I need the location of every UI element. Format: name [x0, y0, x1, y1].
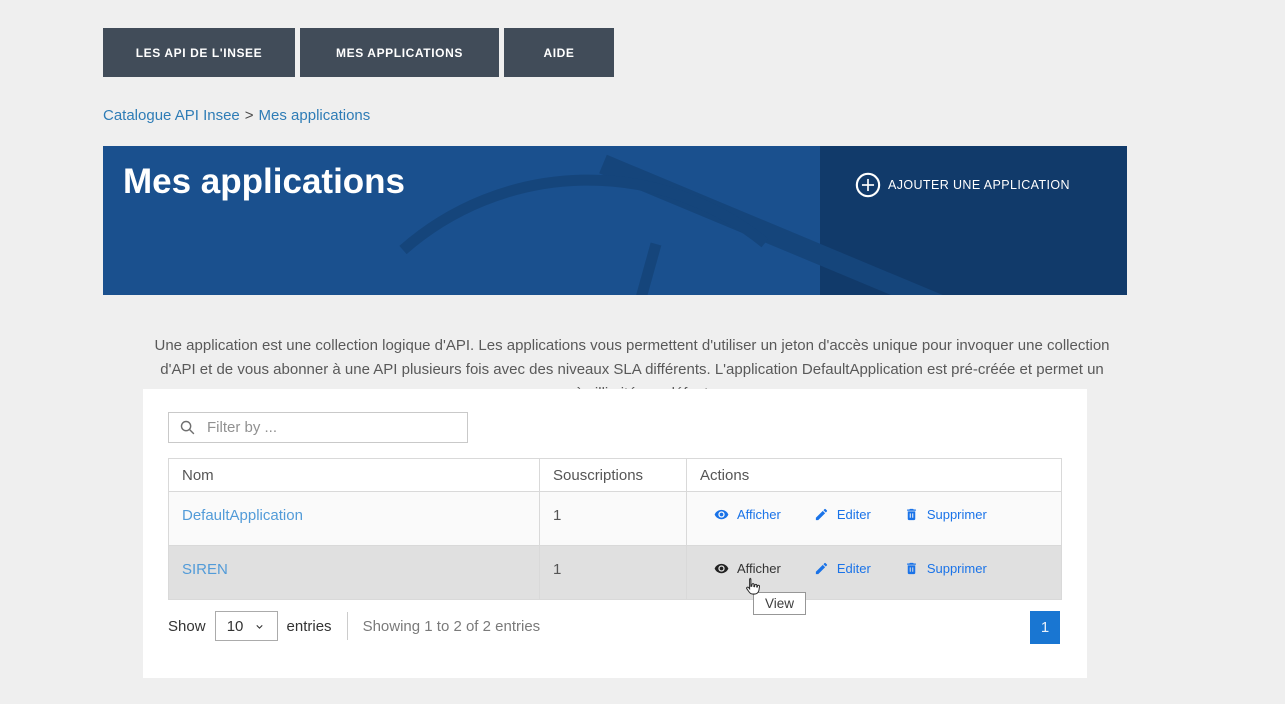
page: LES API DE L'INSEE MES APPLICATIONS AIDE… [0, 0, 1285, 704]
show-label: Show [168, 618, 206, 635]
page-size-select[interactable]: 10 [215, 611, 278, 641]
afficher-label: Afficher [737, 561, 781, 576]
page-size-value: 10 [227, 618, 244, 635]
column-header-souscriptions: Souscriptions [540, 459, 687, 491]
nav-item-les-api-de-linsee[interactable]: LES API DE L'INSEE [103, 28, 295, 77]
trash-icon [904, 507, 919, 522]
souscriptions-count: 1 [540, 546, 687, 599]
afficher-label: Afficher [737, 507, 781, 522]
nav-item-aide[interactable]: AIDE [504, 28, 614, 77]
table-row: DefaultApplication 1 Afficher Editer Sup… [169, 491, 1061, 545]
column-header-actions: Actions [687, 459, 1061, 491]
filter-input[interactable] [205, 418, 457, 437]
breadcrumb-separator: > [245, 107, 254, 124]
table-row: SIREN 1 Afficher Editer Supprimer [169, 545, 1061, 599]
entries-label: entries [287, 618, 332, 635]
pencil-icon [814, 507, 829, 522]
application-link-siren[interactable]: SIREN [182, 561, 228, 578]
entries-summary: Showing 1 to 2 of 2 entries [363, 618, 541, 635]
hand-cursor-icon [742, 576, 764, 598]
editer-button[interactable]: Editer [814, 507, 871, 522]
supprimer-button[interactable]: Supprimer [904, 507, 987, 522]
nav-item-mes-applications[interactable]: MES APPLICATIONS [300, 28, 499, 77]
applications-card: Nom Souscriptions Actions DefaultApplica… [143, 389, 1087, 678]
application-link-defaultapplication[interactable]: DefaultApplication [182, 507, 303, 524]
breadcrumb-current: Mes applications [259, 107, 371, 124]
editer-button[interactable]: Editer [814, 561, 871, 576]
search-icon [179, 419, 196, 436]
souscriptions-count: 1 [540, 492, 687, 545]
afficher-button-hovered[interactable]: Afficher [714, 561, 781, 576]
pagination-bar: Show 10 entries Showing 1 to 2 of 2 entr… [168, 609, 540, 643]
breadcrumb-link-catalogue[interactable]: Catalogue API Insee [103, 107, 240, 124]
editer-label: Editer [837, 507, 871, 522]
eye-icon [714, 561, 729, 576]
table-header-row: Nom Souscriptions Actions [169, 459, 1061, 491]
pencil-icon [814, 561, 829, 576]
page-1-button[interactable]: 1 [1030, 611, 1060, 644]
filter-box [168, 412, 468, 443]
trash-icon [904, 561, 919, 576]
column-header-nom: Nom [169, 459, 540, 491]
page-title: Mes applications [123, 162, 405, 202]
pager-divider [347, 612, 348, 640]
breadcrumb: Catalogue API Insee > Mes applications [103, 107, 370, 124]
add-application-button[interactable]: AJOUTER UNE APPLICATION [855, 172, 1070, 198]
afficher-button[interactable]: Afficher [714, 507, 781, 522]
editer-label: Editer [837, 561, 871, 576]
plus-circle-icon [855, 172, 881, 198]
top-nav: LES API DE L'INSEE MES APPLICATIONS AIDE [103, 28, 614, 77]
hero-banner: Mes applications AJOUTER UNE APPLICATION [103, 146, 1127, 295]
applications-table: Nom Souscriptions Actions DefaultApplica… [168, 458, 1062, 600]
chevron-down-icon [254, 621, 265, 632]
add-application-label: AJOUTER UNE APPLICATION [888, 178, 1070, 192]
supprimer-label: Supprimer [927, 561, 987, 576]
supprimer-label: Supprimer [927, 507, 987, 522]
eye-icon [714, 507, 729, 522]
supprimer-button[interactable]: Supprimer [904, 561, 987, 576]
